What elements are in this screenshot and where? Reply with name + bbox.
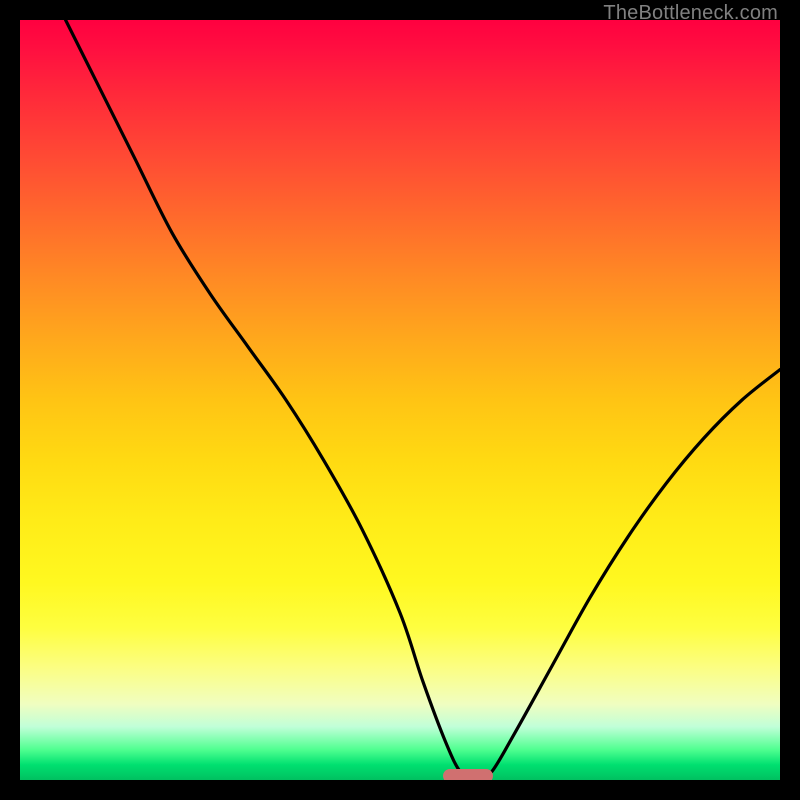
optimal-marker <box>443 769 493 780</box>
curve-layer <box>20 20 780 780</box>
bottleneck-curve <box>66 20 780 780</box>
watermark-label: TheBottleneck.com <box>603 2 778 25</box>
chart-frame: TheBottleneck.com <box>0 0 800 800</box>
plot-area <box>20 20 780 780</box>
